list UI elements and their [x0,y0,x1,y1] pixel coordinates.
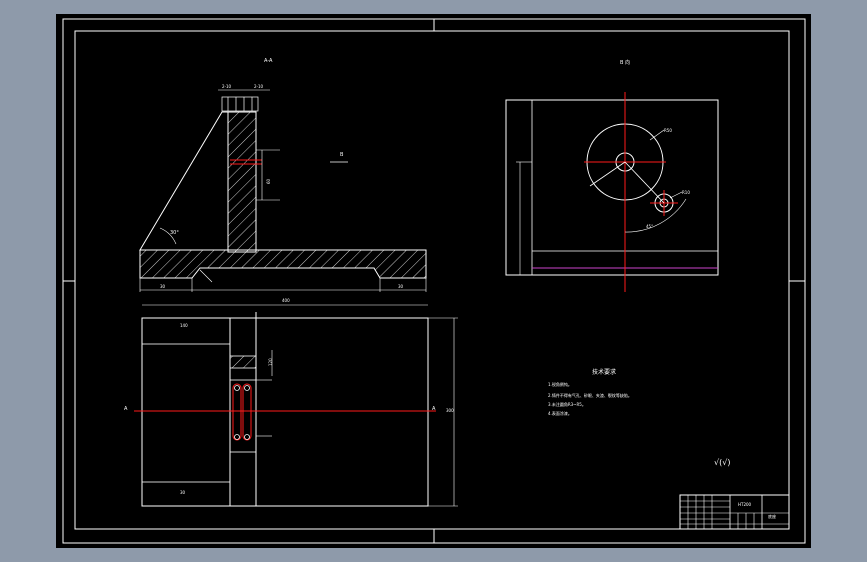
base-dim-right: 30 [398,284,404,289]
plan-wall-hatch [229,355,257,369]
dim-label-top-right: 2-10 [254,84,264,89]
vertical-wall [227,111,257,253]
tech-line-2: 2.铸件不得有气孔、砂眼、夹渣、裂纹等缺陷。 [548,392,632,398]
radius-big-label: R50 [664,128,672,133]
tech-line-4: 4.表面涂漆。 [548,410,572,416]
tech-line-1: 1.锐角倒钝。 [548,381,572,387]
plan-dim-400: 400 [282,298,290,303]
tech-line-3: 3.未注圆角R3~R5。 [548,401,586,407]
plan-dim-30: 30 [180,490,186,495]
view-b-title: B 向 [620,59,630,66]
angle-45-label: 45° [646,224,653,229]
drawing-sheet [56,14,811,548]
title-block-part: HT200 [738,502,752,507]
dim-label-top-left: 2-10 [222,84,232,89]
angle-label: 30° [170,230,179,236]
view-b-label: B [340,152,344,158]
mark-a-right: A [432,406,436,412]
base-dim-left: 30 [160,284,166,289]
section-label: A-A [264,58,273,64]
roughness-symbol: √(√) [714,458,730,467]
title-block-name: 底座 [768,513,776,519]
mark-a-left: A [124,406,128,412]
plan-dim-300: 300 [446,408,454,413]
plan-dim-140: 140 [180,323,188,328]
drawing-canvas: A-A 2-10 2-10 60 30° 30 30 B 400 300 140… [56,14,811,548]
radius-small-label: R10 [682,190,690,195]
cad-viewport: A-A 2-10 2-10 60 30° 30 30 B 400 300 140… [0,0,867,562]
wall-dim-label: 60 [266,178,271,184]
plan-dim-120-label: 120 [268,358,273,366]
tech-title: 技术要求 [592,368,616,376]
